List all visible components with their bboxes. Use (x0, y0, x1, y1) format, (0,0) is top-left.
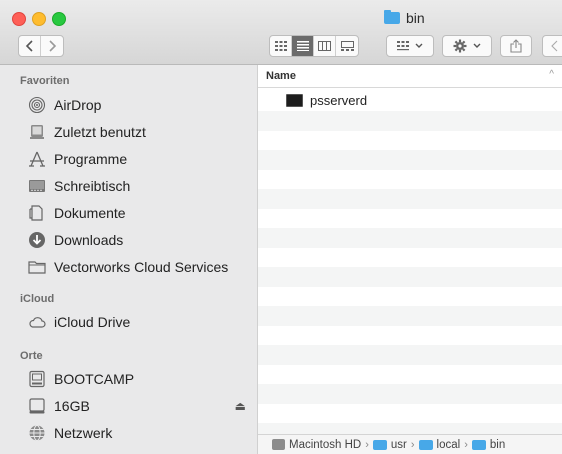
path-bar: Macintosh HD › usr › local › bin (258, 434, 562, 454)
network-icon (28, 424, 46, 442)
sidebar-item-documents[interactable]: Dokumente (28, 201, 126, 225)
chevron-left-icon (25, 40, 33, 52)
downloads-icon (28, 231, 46, 249)
chevron-right-icon (49, 40, 57, 52)
disk-icon (28, 370, 46, 388)
sidebar-item-label: Vectorworks Cloud Services (54, 259, 229, 275)
sidebar-item-desktop[interactable]: Schreibtisch (28, 174, 130, 198)
sidebar-item-label: BOOTCAMP (54, 371, 135, 387)
back-button[interactable] (19, 36, 41, 56)
sidebar-item-label: Zuletzt benutzt (54, 124, 146, 140)
airdrop-icon (28, 96, 46, 114)
empty-row (258, 384, 562, 404)
close-window-button[interactable] (12, 12, 26, 26)
cloud-icon (28, 313, 46, 331)
folder-icon (384, 10, 400, 24)
sort-indicator-icon: ^ (549, 69, 554, 80)
icon-view-button[interactable] (270, 36, 292, 56)
gallery-view-button[interactable] (336, 36, 358, 56)
path-separator: › (365, 438, 369, 451)
empty-row (258, 423, 562, 434)
empty-row (258, 267, 562, 287)
window-toolbar: bin (0, 0, 562, 65)
column-header-label: Name (266, 70, 296, 82)
column-header-name[interactable]: Name ^ (258, 65, 562, 88)
window-title: bin (384, 10, 425, 26)
action-menu-button[interactable] (442, 35, 492, 57)
chevron-down-icon (473, 43, 481, 48)
column-view-button[interactable] (314, 36, 336, 56)
empty-row (258, 189, 562, 209)
sidebar-item-downloads[interactable]: Downloads (28, 228, 123, 252)
file-list: Name ^ psserverd Macintosh HD › usr › lo… (258, 65, 562, 454)
zoom-window-button[interactable] (52, 12, 66, 26)
sidebar-item-label: 16GB (54, 398, 90, 414)
group-icon (397, 41, 409, 51)
icon-view-icon (274, 41, 287, 51)
column-view-icon (318, 41, 331, 51)
view-mode-control (269, 35, 359, 57)
empty-row (258, 228, 562, 248)
path-segment-macintosh-hd[interactable]: Macintosh HD (289, 439, 361, 451)
window-title-text: bin (406, 10, 425, 26)
sidebar-item-label: iCloud Drive (54, 314, 131, 330)
sidebar-item-16gb[interactable]: 16GB ⏏ (28, 394, 246, 418)
path-separator: › (464, 438, 468, 451)
sidebar: Favoriten AirDrop Zuletzt benutzt Progra… (0, 65, 258, 454)
sidebar-item-applications[interactable]: Programme (28, 147, 127, 171)
share-icon (510, 39, 522, 53)
path-segment-local[interactable]: local (437, 439, 461, 451)
list-view-button[interactable] (292, 36, 314, 56)
folder-icon (28, 258, 46, 276)
sidebar-item-label: Programme (54, 151, 128, 167)
folder-icon (471, 439, 486, 450)
empty-row (258, 111, 562, 131)
sidebar-item-label: Schreibtisch (54, 178, 131, 194)
eject-icon[interactable]: ⏏ (235, 399, 246, 413)
group-by-button[interactable] (386, 35, 434, 57)
path-segment-usr[interactable]: usr (391, 439, 407, 451)
navigation-buttons (18, 35, 64, 57)
desktop-icon (28, 177, 46, 195)
sidebar-section-locations: Orte (20, 350, 43, 362)
sidebar-section-icloud: iCloud (20, 293, 55, 305)
sidebar-item-label: Netzwerk (54, 425, 113, 441)
documents-icon (28, 204, 46, 222)
folder-icon (418, 439, 433, 450)
empty-row (258, 306, 562, 326)
chevron-down-icon (415, 43, 423, 48)
minimize-window-button[interactable] (32, 12, 46, 26)
table-row[interactable]: psserverd (258, 91, 562, 111)
list-view-icon (296, 41, 309, 51)
tag-icon (551, 40, 558, 52)
sidebar-item-bootcamp[interactable]: BOOTCAMP (28, 367, 134, 391)
forward-button[interactable] (41, 36, 63, 56)
sidebar-item-vectorworks[interactable]: Vectorworks Cloud Services (28, 255, 228, 279)
sidebar-section-favorites: Favoriten (20, 75, 70, 87)
sidebar-item-label: Dokumente (54, 205, 126, 221)
tag-button[interactable] (542, 35, 562, 57)
sidebar-item-icloud-drive[interactable]: iCloud Drive (28, 310, 130, 334)
applications-icon (28, 150, 46, 168)
recents-icon (28, 123, 46, 141)
terminal-exec-icon (286, 94, 303, 107)
folder-icon (372, 439, 387, 450)
share-button[interactable] (500, 35, 532, 57)
empty-row (258, 150, 562, 170)
sidebar-item-network[interactable]: Netzwerk (28, 421, 112, 445)
path-segment-bin[interactable]: bin (490, 439, 505, 451)
empty-row (258, 345, 562, 365)
hard-drive-icon (272, 439, 285, 450)
sidebar-item-label: AirDrop (54, 97, 102, 113)
path-separator: › (410, 438, 415, 451)
gallery-view-icon (340, 41, 354, 51)
file-name: psserverd (310, 93, 368, 108)
sidebar-item-airdrop[interactable]: AirDrop (28, 93, 101, 117)
gear-icon (453, 39, 467, 53)
drive-icon (28, 397, 46, 415)
sidebar-item-recents[interactable]: Zuletzt benutzt (28, 120, 146, 144)
sidebar-item-label: Downloads (54, 232, 124, 248)
